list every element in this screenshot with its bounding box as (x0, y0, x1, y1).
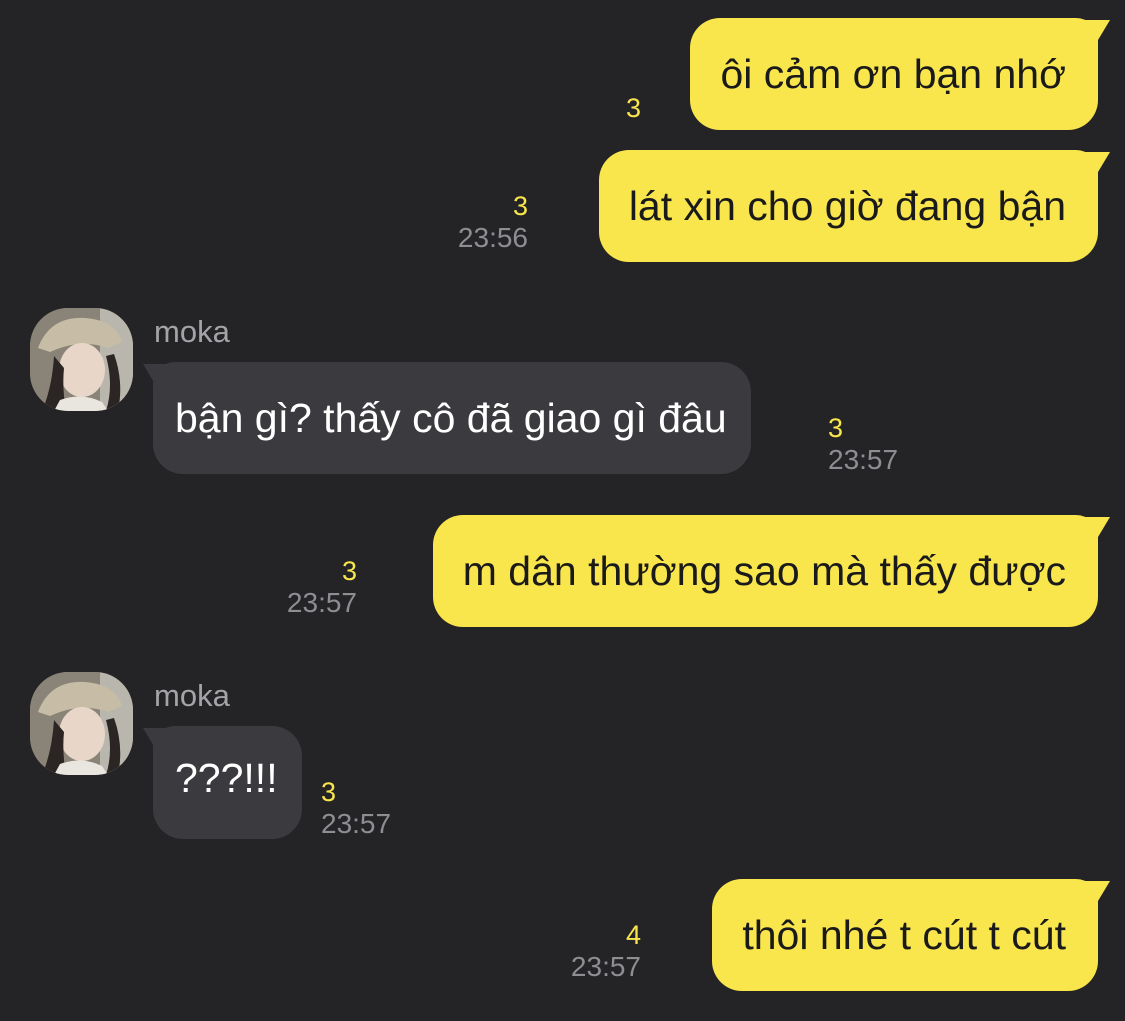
message-meta: 3 23:57 (828, 412, 898, 476)
avatar[interactable] (30, 672, 133, 775)
message-outgoing: thôi nhé t cút t cút 4 23:57 (0, 879, 1125, 993)
message-time: 23:56 (457, 222, 528, 253)
message-outgoing: lát xin cho giờ đang bận 3 23:56 (0, 150, 1125, 264)
outgoing-bubble[interactable]: ôi cảm ơn bạn nhớ (690, 18, 1098, 130)
avatar[interactable] (30, 308, 133, 411)
sender-name: moka (154, 678, 230, 713)
unread-count: 3 (625, 93, 641, 123)
outgoing-bubble[interactable]: thôi nhé t cút t cút (712, 879, 1098, 991)
message-time: 23:57 (321, 808, 392, 839)
outgoing-bubble[interactable]: m dân thường sao mà thấy được (432, 515, 1098, 627)
message-meta: 3 23:57 (287, 555, 357, 619)
unread-count: 3 (341, 556, 357, 586)
message-meta: 4 23:57 (571, 919, 641, 983)
message-outgoing: ôi cảm ơn bạn nhớ 3 (0, 18, 1125, 132)
chat-thread[interactable]: ôi cảm ơn bạn nhớ 3 lát xin cho giờ đang… (0, 0, 1125, 1021)
incoming-bubble[interactable]: ???!!! (153, 726, 302, 839)
profile-photo-avatar (30, 308, 133, 411)
message-time: 23:57 (286, 587, 357, 618)
outgoing-bubble[interactable]: lát xin cho giờ đang bận (598, 150, 1098, 262)
unread-count: 3 (512, 191, 528, 221)
message-outgoing: m dân thường sao mà thấy được 3 23:57 (0, 515, 1125, 629)
unread-count: 3 (321, 777, 337, 807)
incoming-bubble[interactable]: bận gì? thấy cô đã giao gì đâu (153, 362, 751, 474)
unread-count: 4 (625, 920, 641, 950)
message-time: 23:57 (570, 951, 641, 982)
message-incoming: moka bận gì? thấy cô đã giao gì đâu 3 23… (0, 308, 1125, 478)
message-meta: 3 23:57 (321, 776, 391, 840)
message-incoming: moka ???!!! 3 23:57 (0, 672, 1125, 842)
message-meta: 3 (626, 92, 641, 124)
unread-count: 3 (828, 413, 844, 443)
profile-photo-avatar (30, 672, 133, 775)
message-meta: 3 23:56 (458, 190, 528, 254)
sender-name: moka (154, 314, 230, 349)
message-time: 23:57 (828, 444, 899, 475)
